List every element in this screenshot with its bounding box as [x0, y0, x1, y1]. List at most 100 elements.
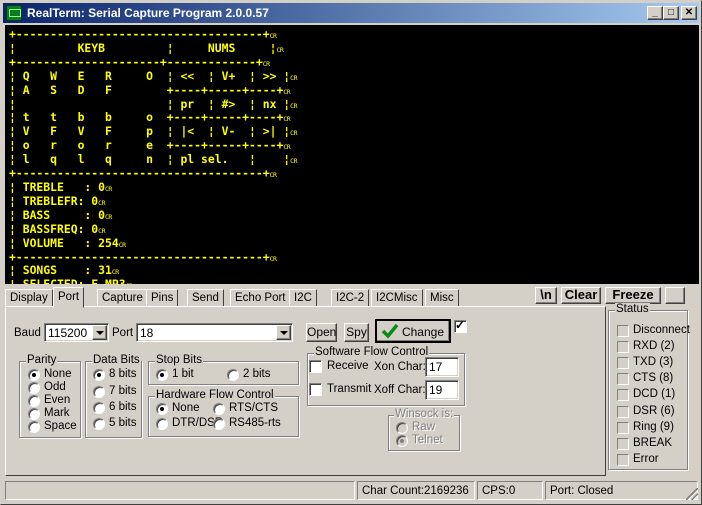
- parity-radio-space[interactable]: [28, 421, 40, 433]
- xon-label: Xon Char:: [374, 361, 426, 373]
- status-item-label: BREAK: [633, 436, 672, 449]
- terminal-line-text: ¦ Q W E R O ¦ << ¦ V+ ¦ >> ¦: [9, 68, 291, 83]
- parity-option-label: Even: [44, 394, 71, 406]
- hwflow-radio-rts-cts[interactable]: [213, 403, 225, 415]
- databits-option-label: 7 bits: [109, 385, 137, 397]
- terminal-line-text: ¦ TREBLEFR: 0: [9, 193, 99, 208]
- hwflow-radio-dtr-dsr[interactable]: [156, 418, 168, 430]
- terminal-line-text: ¦ VOLUME : 254: [9, 235, 119, 250]
- baud-select[interactable]: 115200: [44, 323, 109, 342]
- status-item-label: CTS (8): [633, 372, 674, 385]
- status-led: [617, 389, 629, 402]
- databits-radio-6-bits[interactable]: [93, 402, 105, 414]
- tab-echo-port[interactable]: Echo Port: [230, 289, 291, 307]
- cr-marker: CR: [276, 45, 284, 54]
- winsock-radio-telnet[interactable]: [396, 435, 408, 447]
- parity-radio-odd[interactable]: [28, 382, 40, 394]
- terminal-display[interactable]: +------------------------------------+CR…: [5, 25, 699, 284]
- tab-i2c[interactable]: I2C: [289, 289, 317, 307]
- cr-marker: CR: [111, 268, 119, 277]
- parity-radio-even[interactable]: [28, 395, 40, 407]
- port-label: Port: [112, 327, 134, 339]
- terminal-line-text: ¦ l q l q n ¦ pl sel. ¦ ¦: [9, 152, 291, 167]
- terminal-line-text: +------------------------------------+: [9, 249, 270, 264]
- terminal-line: ¦ BASS : 0CR: [9, 207, 699, 224]
- databits-option-label: 8 bits: [109, 368, 137, 380]
- baud-dropdown-icon[interactable]: [92, 325, 107, 340]
- app-icon[interactable]: [6, 5, 22, 21]
- xon-char-input[interactable]: 17: [425, 357, 459, 377]
- port-value: 18: [140, 326, 154, 340]
- tab-port[interactable]: Port: [53, 287, 85, 308]
- app-window: RealTerm: Serial Capture Program 2.0.0.5…: [0, 0, 702, 505]
- stopbits-radio-1-bit[interactable]: [156, 369, 168, 381]
- tab-capture[interactable]: Capture: [97, 289, 148, 307]
- databits-option-label: 6 bits: [109, 401, 137, 413]
- transmit-label: Transmit: [327, 383, 372, 395]
- change-auto-checkbox[interactable]: [454, 318, 467, 333]
- freeze-button[interactable]: Freeze: [605, 287, 661, 304]
- tab-i2cmisc[interactable]: I2CMisc: [371, 289, 423, 307]
- hwflow-title: Hardware Flow Control: [155, 389, 275, 401]
- port-dropdown-icon[interactable]: [276, 325, 291, 340]
- hwflow-radio-none[interactable]: [156, 403, 168, 415]
- terminal-line-text: ¦ o r o r e +----+-----+----+: [9, 138, 284, 153]
- stopbits-title: Stop Bits: [155, 354, 204, 366]
- parity-radio-mark[interactable]: [28, 408, 40, 420]
- xoff-char-input[interactable]: 19: [425, 380, 459, 400]
- newline-button[interactable]: \n: [535, 287, 557, 304]
- parity-radio-none[interactable]: [28, 369, 40, 381]
- resize-grip-icon[interactable]: [686, 488, 698, 500]
- status-item-label: DSR (6): [633, 404, 675, 417]
- databits-radio-8-bits[interactable]: [93, 369, 105, 381]
- databits-option-label: 5 bits: [109, 417, 137, 429]
- hwflow-radio-rs485-rts[interactable]: [213, 418, 225, 430]
- terminal-line-text: +------------------------------------+: [9, 166, 270, 181]
- clear-button[interactable]: Clear: [561, 287, 601, 304]
- transmit-checkbox[interactable]: [309, 383, 322, 396]
- baud-value: 115200: [48, 326, 88, 340]
- port-status-pane: Port: Closed: [545, 481, 698, 500]
- terminal-line: ¦ SELECTED: F.MP3CR: [9, 278, 699, 284]
- status-item-label: Ring (9): [633, 420, 674, 433]
- cps-pane: CPS:0: [477, 481, 543, 500]
- stopbits-radio-2-bits[interactable]: [227, 369, 239, 381]
- spy-button[interactable]: Spy: [344, 323, 369, 342]
- title-bar[interactable]: RealTerm: Serial Capture Program 2.0.0.5…: [3, 3, 699, 23]
- port-select[interactable]: 18: [136, 323, 293, 342]
- parity-option-label: Mark: [44, 407, 70, 419]
- baud-label: Baud: [14, 327, 41, 339]
- cr-marker: CR: [290, 101, 297, 110]
- tab-pins[interactable]: Pins: [146, 289, 179, 307]
- tab-i2c-2[interactable]: I2C-2: [331, 289, 370, 307]
- receive-checkbox[interactable]: [309, 360, 322, 373]
- close-button[interactable]: ✕: [681, 6, 697, 20]
- tab-display[interactable]: Display: [5, 289, 53, 307]
- maximize-button[interactable]: □: [663, 6, 679, 20]
- parity-option-label: None: [44, 368, 72, 380]
- status-led: [617, 405, 629, 418]
- window-title: RealTerm: Serial Capture Program 2.0.0.5…: [27, 6, 269, 20]
- cr-marker: CR: [118, 240, 126, 249]
- cr-marker: CR: [283, 87, 291, 96]
- terminal-line-text: ¦ KEYB ¦ NUMS ¦: [9, 40, 277, 55]
- tab-send[interactable]: Send: [187, 289, 224, 307]
- databits-radio-7-bits[interactable]: [93, 386, 105, 398]
- blank-toolbar-button[interactable]: [665, 287, 685, 304]
- status-led: [617, 341, 629, 354]
- winsock-radio-raw[interactable]: [396, 422, 408, 434]
- terminal-line-text: ¦ BASS : 0: [9, 207, 106, 222]
- databits-radio-5-bits[interactable]: [93, 418, 105, 430]
- minimize-button[interactable]: _: [647, 6, 663, 20]
- cr-marker: CR: [269, 32, 277, 40]
- stopbits-option-label: 1 bit: [172, 368, 194, 380]
- status-bar: Char Count:2169236 CPS:0 Port: Closed: [3, 479, 700, 502]
- char-count-pane: Char Count:2169236: [357, 481, 475, 500]
- change-button[interactable]: Change: [375, 319, 451, 343]
- tab-misc[interactable]: Misc: [425, 289, 459, 307]
- open-button[interactable]: Open: [306, 323, 337, 342]
- status-led: [617, 325, 629, 337]
- status-led: [617, 437, 629, 450]
- terminal-line-text: ¦ TREBLE : 0: [9, 179, 106, 194]
- status-led: [617, 453, 629, 466]
